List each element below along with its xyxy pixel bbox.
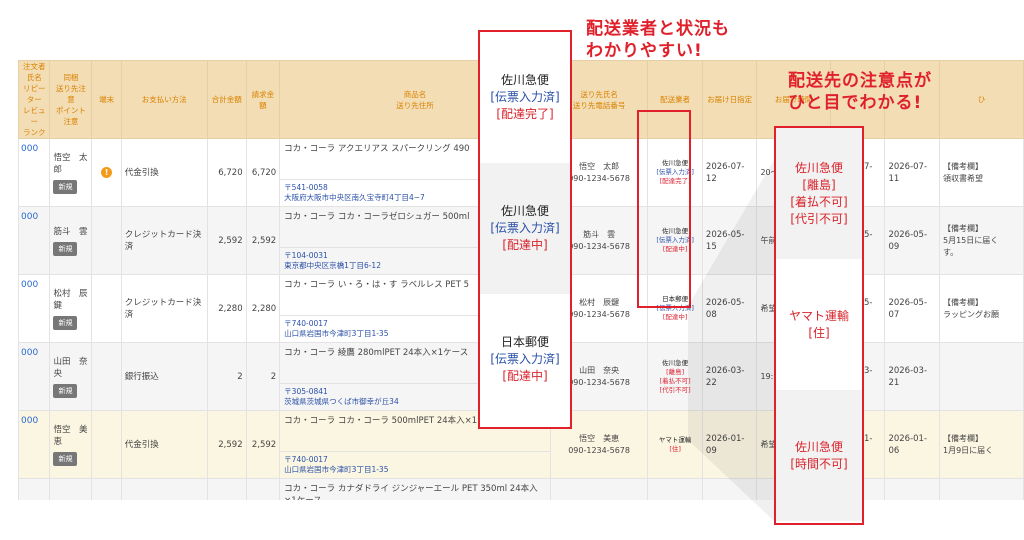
- connector-lines: [688, 160, 774, 521]
- connector-wedge: [688, 160, 774, 521]
